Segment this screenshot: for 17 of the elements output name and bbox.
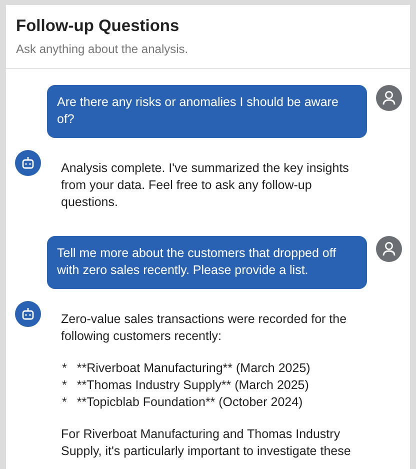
user-message: Are there any risks or anomalies I should be aware of? bbox=[47, 85, 367, 138]
bot-message-text: Zero-value sales transactions were recorded for the following customers recently: bbox=[61, 311, 348, 345]
user-avatar-icon bbox=[376, 236, 402, 262]
bot-avatar-icon bbox=[15, 150, 41, 176]
list-item-text: **Thomas Industry Supply** (March 2025) bbox=[76, 377, 309, 394]
list-bullet: * bbox=[62, 394, 67, 411]
user-avatar-icon bbox=[376, 85, 402, 111]
panel-subtitle: Ask anything about the analysis. bbox=[16, 42, 190, 56]
list-item-text: **Riverboat Manufacturing** (March 2025) bbox=[76, 360, 310, 377]
bot-message-text: For Riverboat Manufacturing and Thomas Industry Supply, it's particularly important to investigate these bbox=[61, 426, 352, 460]
user-message: Tell me more about the customers that dropped off with zero sales recently. Please provide a list. bbox=[47, 236, 367, 289]
bot-message-text: Analysis complete. I've summarized the key insights from your data. Feel free to ask any follow-up questions. bbox=[61, 160, 350, 211]
panel-title: Follow-up Questions bbox=[16, 17, 180, 36]
list-bullet: * bbox=[62, 377, 67, 394]
list-item-text: **Topicblab Foundation** (October 2024) bbox=[76, 394, 303, 411]
list-bullet: * bbox=[62, 360, 67, 377]
bot-avatar-icon bbox=[15, 301, 41, 327]
